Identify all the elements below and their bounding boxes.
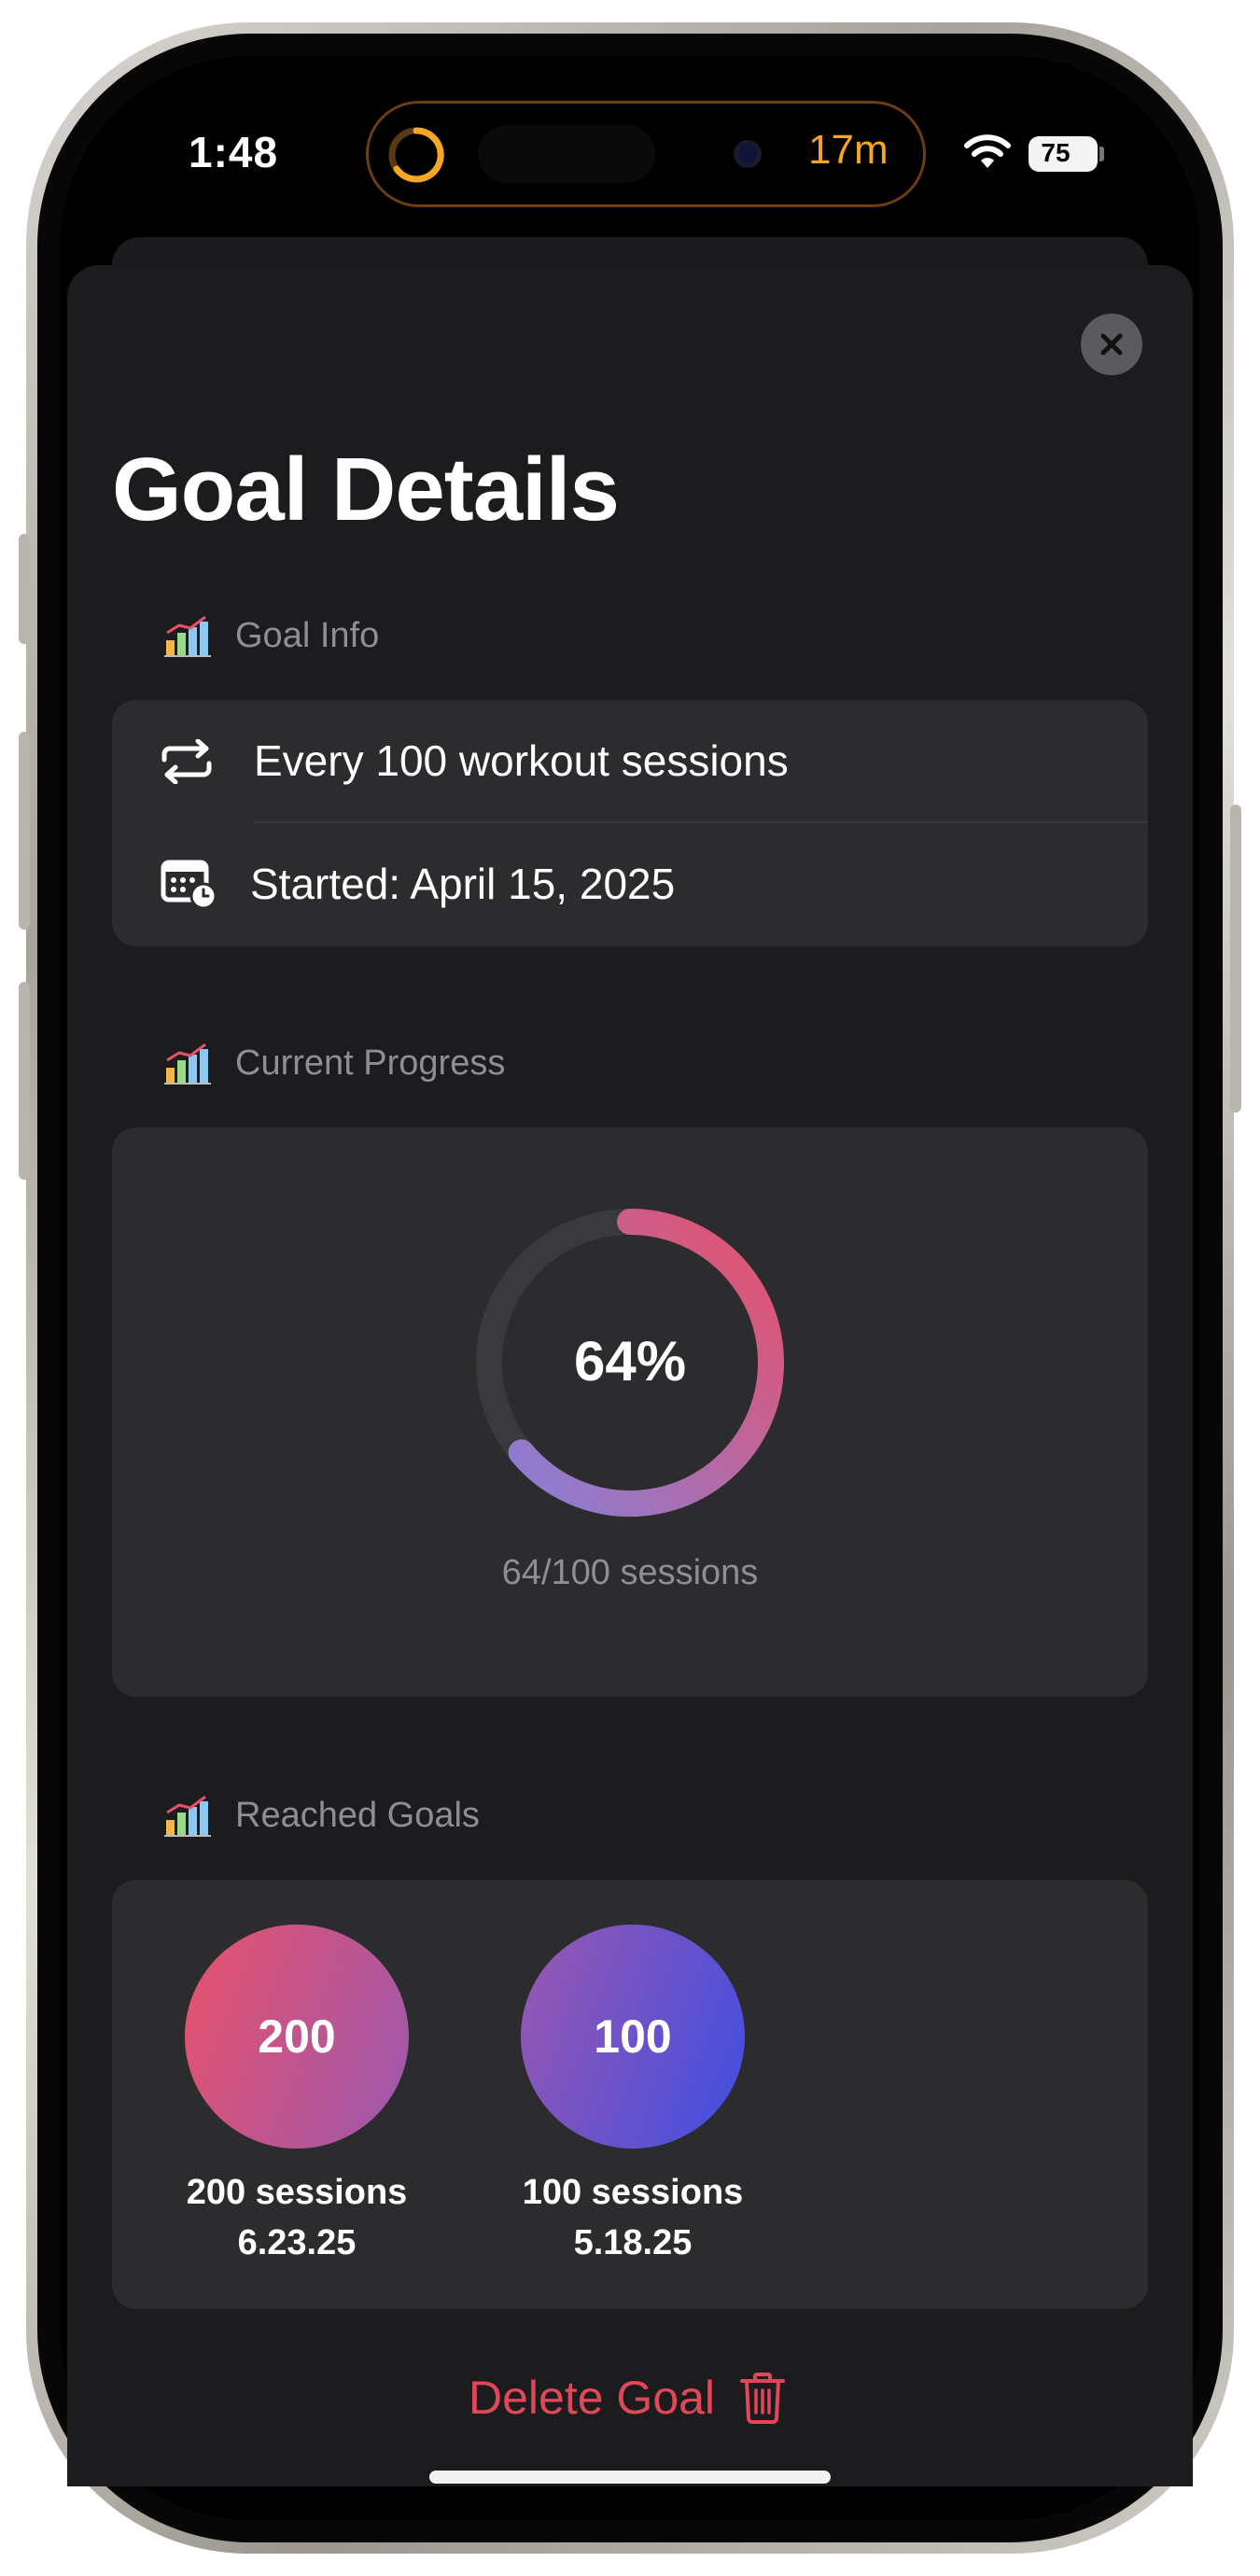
progress-percent: 64%: [573, 1330, 687, 1393]
reached-goals-header: Reached Goals: [164, 1794, 480, 1837]
battery-cap: [1099, 147, 1104, 161]
home-indicator[interactable]: [429, 2471, 831, 2484]
status-time: 1:48: [189, 128, 279, 176]
page-title: Goal Details: [112, 440, 620, 539]
current-progress-label: Current Progress: [235, 1043, 506, 1083]
goal-badge-100[interactable]: 100: [521, 1925, 745, 2149]
timer-ring-icon: [388, 127, 444, 183]
close-button[interactable]: [1081, 314, 1142, 375]
action-button: [19, 534, 30, 644]
delete-goal-button[interactable]: Delete Goal: [469, 2371, 786, 2425]
repeat-icon: [161, 739, 212, 784]
battery-indicator: 75: [1029, 136, 1098, 172]
progress-sessions-text: 64/100 sessions: [501, 1553, 759, 1592]
goal-start-text: Started: April 15, 2025: [250, 860, 676, 908]
island-timer-text: 17m: [808, 127, 889, 173]
chart-bar-icon: [164, 1795, 211, 1837]
goal-badge-200[interactable]: 200: [185, 1925, 409, 2149]
volume-up-button: [19, 732, 30, 930]
delete-goal-label: Delete Goal: [469, 2372, 716, 2424]
battery-level: 75: [1041, 138, 1071, 167]
wifi-icon: [964, 134, 1011, 168]
goal-info-label: Goal Info: [235, 615, 380, 655]
goal-badge-date: 5.18.25: [573, 2223, 693, 2262]
chart-bar-icon: [164, 615, 211, 657]
goal-badge-label: 100 sessions: [522, 2173, 744, 2212]
island-camera: [734, 140, 762, 168]
calendar-clock-icon: [161, 860, 217, 909]
xmark-icon: [1100, 333, 1123, 356]
goal-info-header: Goal Info: [164, 614, 379, 657]
current-progress-header: Current Progress: [164, 1042, 505, 1085]
trash-icon: [740, 2373, 786, 2424]
power-button: [1230, 805, 1241, 1113]
reached-goals-label: Reached Goals: [235, 1795, 480, 1835]
island-sensor-pill: [478, 125, 655, 183]
goal-badge-label: 200 sessions: [186, 2173, 408, 2212]
goal-frequency-text: Every 100 workout sessions: [254, 736, 789, 785]
chart-bar-icon: [164, 1043, 211, 1085]
goal-badge-date: 6.23.25: [237, 2223, 357, 2262]
volume-down-button: [19, 982, 30, 1180]
goal-info-divider: [254, 821, 1148, 823]
